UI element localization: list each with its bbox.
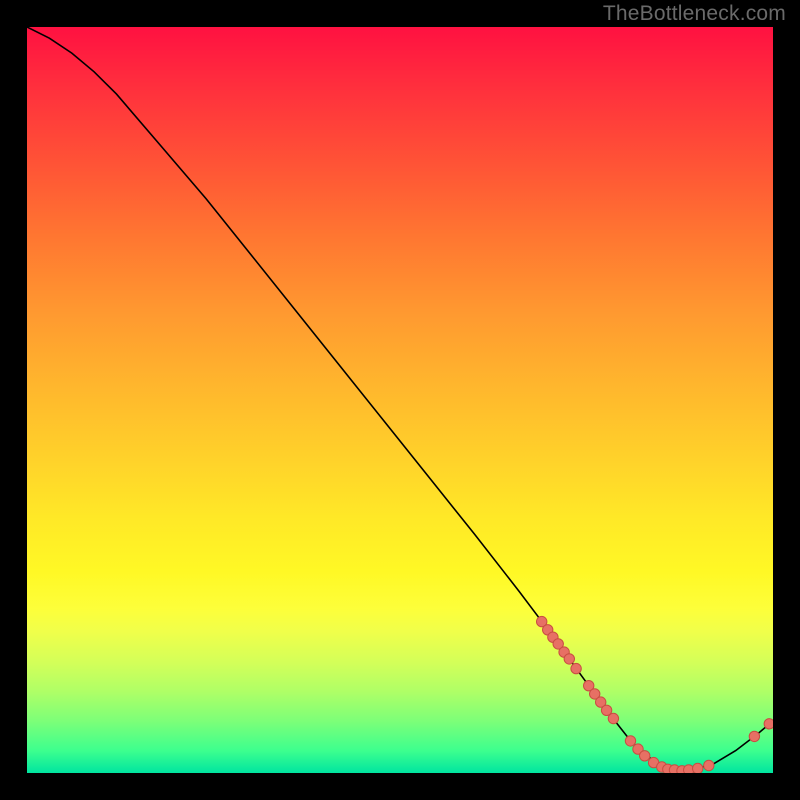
data-point [564,654,574,664]
bottleneck-curve [27,27,773,770]
data-point [704,760,714,770]
chart-container: TheBottleneck.com [0,0,800,800]
data-point [608,713,618,723]
data-point [764,719,773,729]
watermark-text: TheBottleneck.com [603,2,786,26]
chart-svg [27,27,773,773]
data-point [640,751,650,761]
data-point [749,731,759,741]
data-point [625,736,635,746]
data-point [693,763,703,773]
data-point [571,663,581,673]
